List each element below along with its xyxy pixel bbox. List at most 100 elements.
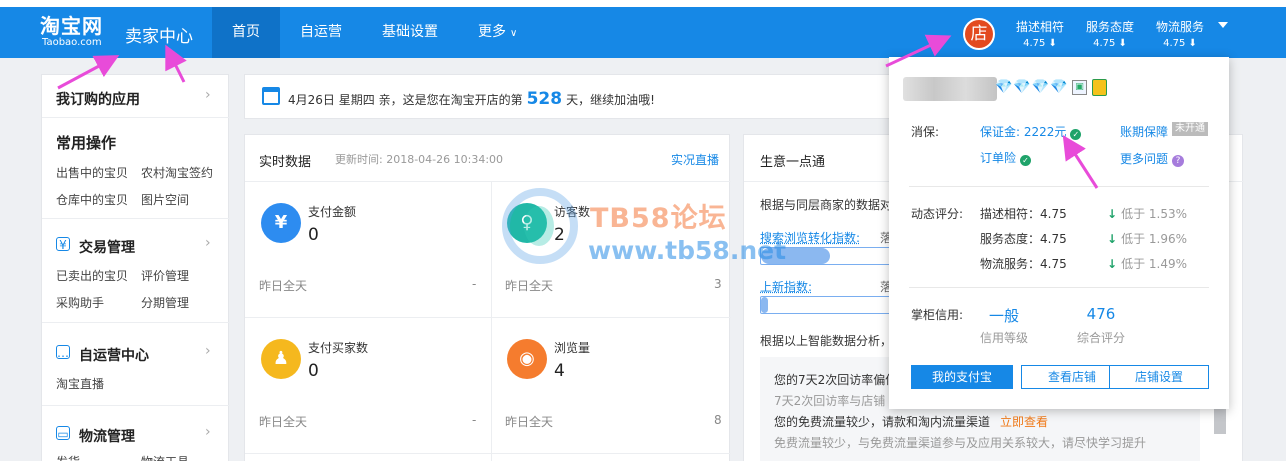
account-guarantee-link[interactable]: 账期保障	[1120, 123, 1168, 140]
shop-avatar[interactable]: 店	[963, 18, 995, 50]
chevron-right-icon[interactable]: ›	[205, 87, 211, 103]
rating-description-label: 描述相符	[1016, 20, 1065, 34]
credit-label: 掌柜信用:	[911, 308, 964, 322]
link-items-on-sale[interactable]: 出售中的宝贝	[56, 164, 128, 181]
realtime-data-panel: 实时数据 更新时间: 2018-04-26 10:34:00 实况直播 ¥ 支付…	[244, 134, 731, 461]
score-compare: ↓ 低于 1.53%	[1107, 205, 1187, 222]
rating-logistics[interactable]: 物流服务 4.75 ⬇	[1156, 18, 1204, 49]
metric-yesterday-value: -	[472, 277, 477, 291]
chevron-right-icon[interactable]: ›	[205, 235, 211, 251]
metric-label: 支付金额	[308, 205, 357, 219]
link-taobao-live[interactable]: 淘宝直播	[56, 375, 104, 392]
welcome-date: 4月26日 星期四	[288, 93, 375, 107]
view-now-link[interactable]: 立即查看	[1000, 415, 1048, 429]
link-ship[interactable]: 发货	[56, 453, 80, 461]
link-installment-mgmt[interactable]: 分期管理	[141, 294, 189, 311]
diamond-level-icon: 💎💎💎💎	[995, 79, 1069, 95]
taobao-logo[interactable]: 淘宝网 Taobao.com	[40, 15, 103, 49]
analysis-text: 根据以上智能数据分析，	[760, 334, 893, 348]
my-alipay-button[interactable]: 我的支付宝	[911, 365, 1013, 389]
welcome-text-after: 天，继续加油哦!	[566, 93, 655, 107]
metric-value: 4	[554, 361, 565, 381]
link-logistics-tools[interactable]: 物流工具	[141, 453, 189, 461]
link-items-in-warehouse[interactable]: 仓库中的宝贝	[56, 191, 128, 208]
calendar-icon	[262, 87, 280, 105]
index-bar	[760, 296, 900, 314]
divider	[245, 317, 731, 318]
score-description: 描述相符：4.75	[980, 207, 1067, 221]
arrow-down-icon: ↓	[1107, 232, 1118, 246]
divider	[491, 181, 492, 461]
common-ops-title: 常用操作	[56, 134, 117, 152]
shop-settings-button[interactable]: 店铺设置	[1109, 365, 1209, 389]
rating-service[interactable]: 服务态度 4.75 ⬇	[1086, 18, 1134, 49]
link-purchase-helper[interactable]: 采购助手	[56, 294, 104, 311]
view-shop-button[interactable]: 查看店铺	[1021, 365, 1123, 389]
business-desc: 根据与同层商家的数据对	[760, 198, 893, 212]
trade-mgmt-title[interactable]: 交易管理	[79, 237, 135, 257]
score-compare-text: 低于 1.49%	[1121, 257, 1187, 271]
order-insurance-link[interactable]: 订单险 ✓	[980, 149, 1032, 166]
divider	[245, 453, 731, 454]
nav-self-operation[interactable]: 自运营	[280, 7, 362, 58]
live-link[interactable]: 实况直播	[671, 151, 719, 168]
index-bar-fill	[761, 297, 768, 313]
deposit-link[interactable]: 保证金: 2222元 ✓	[980, 123, 1082, 140]
metric-yesterday-label: 昨日全天	[505, 279, 554, 293]
metric-value: 0	[308, 361, 319, 381]
link-review-mgmt[interactable]: 评价管理	[141, 267, 189, 284]
arrow-down-icon: ↓	[1107, 207, 1118, 221]
chevron-right-icon[interactable]: ›	[205, 343, 211, 359]
index-label[interactable]: 搜索浏览转化指数:	[760, 229, 860, 246]
index-label[interactable]: 上新指数:	[760, 278, 812, 295]
divider	[909, 287, 1209, 288]
caret-down-icon[interactable]	[1218, 22, 1228, 28]
header-bar: 淘宝网 Taobao.com 卖家中心 首页 自运营 基础设置 更多 ∨ 店 描述…	[0, 7, 1286, 58]
link-sold-items[interactable]: 已卖出的宝贝	[56, 267, 128, 284]
welcome-text-before: 亲，这是您在淘宝开店的第	[378, 93, 523, 107]
visitor-icon: ♀	[507, 203, 547, 243]
rating-logistics-value: 4.75 ⬇	[1163, 38, 1197, 49]
divider	[42, 117, 230, 118]
metric-label: 支付买家数	[308, 341, 369, 355]
seller-center-title[interactable]: 卖家中心	[125, 22, 193, 47]
divider	[42, 322, 230, 323]
rating-description[interactable]: 描述相符 4.75 ⬇	[1016, 18, 1064, 49]
metric-yesterday-value: -	[472, 413, 477, 427]
credit-level: 一般	[988, 307, 1019, 325]
buyers-icon: ♟	[261, 339, 301, 379]
divider	[245, 181, 731, 182]
nav-basic-settings[interactable]: 基础设置	[362, 7, 458, 58]
left-sidebar: 我订购的应用 › 常用操作 出售中的宝贝 农村淘宝签约 仓库中的宝贝 图片空间 …	[41, 74, 230, 461]
shop-info-popup: 💎💎💎💎 ▣ 消保: 保证金: 2222元 ✓ 订单险 ✓ 账期保障 未开通 更多问…	[889, 57, 1229, 409]
logistics-mgmt-title[interactable]: 物流管理	[79, 426, 135, 446]
self-op-center-title[interactable]: 自运营中心	[79, 345, 149, 365]
nav-more[interactable]: 更多 ∨	[458, 7, 537, 58]
credit-level-sub: 信用等级	[979, 331, 1028, 345]
deposit-text: 保证金: 2222元	[980, 125, 1067, 139]
nav-self-operation-label: 自运营	[300, 24, 342, 40]
score-compare-text: 低于 1.53%	[1121, 207, 1187, 221]
metric-label: 访客数	[554, 205, 591, 219]
divider	[42, 405, 230, 406]
link-rural-taobao[interactable]: 农村淘宝签约	[141, 164, 213, 181]
tip-text: 7天2次回访率与店铺	[774, 394, 886, 408]
nav-basic-settings-label: 基础设置	[382, 24, 438, 40]
tip-text: 您的7天2次回访率偏低	[774, 373, 898, 387]
score-compare: ↓ 低于 1.49%	[1107, 255, 1187, 272]
consumer-guarantee-label: 消保:	[911, 125, 940, 139]
credit-score: 476	[1086, 305, 1116, 323]
tip-text-main: 您的免费流量较少，请款和淘内流量渠道	[774, 415, 991, 429]
welcome-bar: 4月26日 星期四 亲，这是您在淘宝开店的第 528 天，继续加油哦!	[244, 74, 894, 119]
chevron-right-icon[interactable]: ›	[205, 424, 211, 440]
subscribed-apps[interactable]: 我订购的应用	[56, 89, 140, 109]
more-questions-link[interactable]: 更多问题?	[1120, 150, 1185, 167]
tip-text: 免费流量较少，与免费流量渠道参与及应用关系较大，请尽快学习提升	[774, 436, 1147, 450]
score-compare-text: 低于 1.96%	[1121, 232, 1187, 246]
nav-home[interactable]: 首页	[212, 7, 280, 58]
link-image-space[interactable]: 图片空间	[141, 191, 189, 208]
id-card-icon: ▣	[1072, 80, 1087, 95]
score-compare: ↓ 低于 1.96%	[1107, 230, 1187, 247]
score-service: 服务态度：4.75	[980, 232, 1067, 246]
chat-icon: …	[56, 345, 70, 360]
